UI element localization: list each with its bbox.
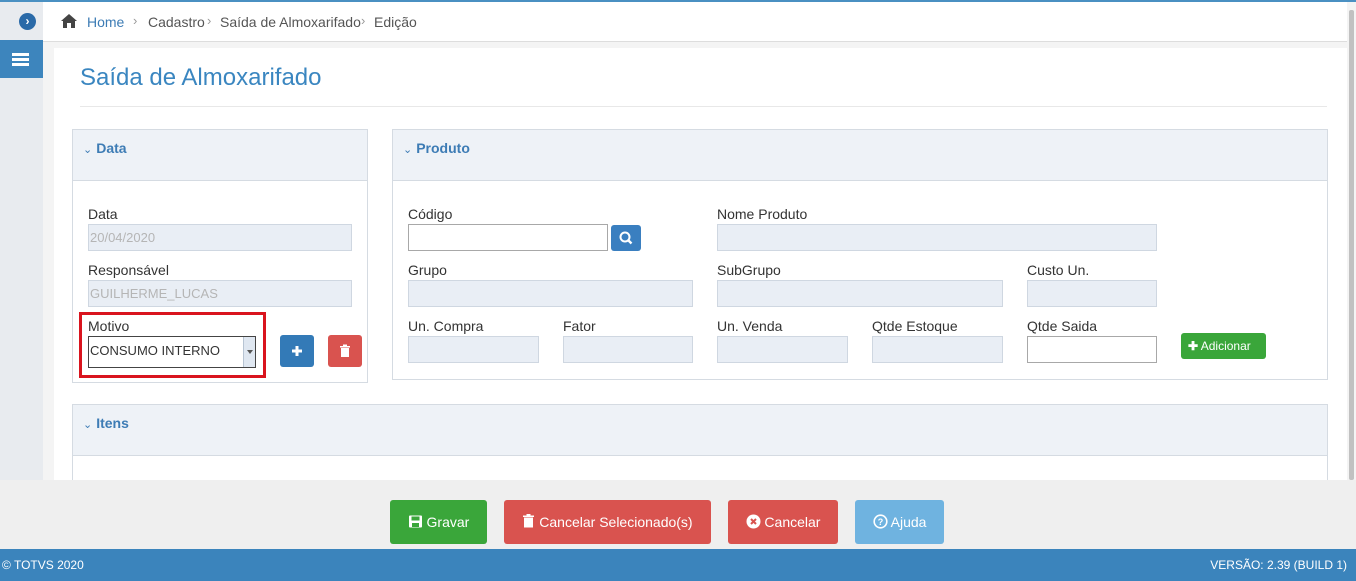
qtde-estoque-label: Qtde Estoque <box>872 318 958 334</box>
un-compra-field <box>408 336 539 363</box>
subgrupo-label: SubGrupo <box>717 262 781 278</box>
breadcrumb: Home › Cadastro › Saída de Almoxarifado … <box>43 2 1347 42</box>
grupo-field <box>408 280 693 307</box>
ajuda-label: Ajuda <box>890 514 927 530</box>
custo-field <box>1027 280 1157 307</box>
gravar-label: Gravar <box>426 514 470 530</box>
itens-panel: ⌄ Itens <box>72 404 1328 484</box>
cancelar-selecionados-button[interactable]: Cancelar Selecionado(s) <box>504 500 711 544</box>
grupo-label: Grupo <box>408 262 447 278</box>
data-label: Data <box>88 206 118 222</box>
ajuda-button[interactable]: ? Ajuda <box>855 500 944 544</box>
chevron-down-icon: ⌄ <box>83 144 93 156</box>
produto-panel-header[interactable]: ⌄ Produto <box>393 130 1327 181</box>
add-motivo-button[interactable] <box>280 335 314 367</box>
close-circle-icon <box>746 514 761 529</box>
sidebar-toggle-chevron-right-icon[interactable]: › <box>19 13 36 30</box>
breadcrumb-separator: › <box>133 13 138 28</box>
hamburger-line <box>12 63 29 66</box>
scrollbar-thumb[interactable] <box>1349 10 1354 480</box>
nome-produto-field <box>717 224 1157 251</box>
itens-panel-header[interactable]: ⌄ Itens <box>73 405 1327 456</box>
un-venda-label: Un. Venda <box>717 318 783 334</box>
codigo-input[interactable] <box>408 224 608 251</box>
delete-motivo-button[interactable] <box>328 335 362 367</box>
data-panel-title-text: Data <box>96 140 127 156</box>
search-codigo-button[interactable] <box>611 225 641 251</box>
data-panel-title: ⌄ Data <box>83 140 127 156</box>
data-panel-header[interactable]: ⌄ Data <box>73 130 367 181</box>
search-icon <box>619 231 633 245</box>
custo-label: Custo Un. <box>1027 262 1090 278</box>
cancelar-selecionados-label: Cancelar Selecionado(s) <box>539 514 693 530</box>
breadcrumb-saida[interactable]: Saída de Almoxarifado <box>220 14 361 30</box>
produto-panel-title-text: Produto <box>416 140 470 156</box>
version-text: VERSÃO: 2.39 (BUILD 1) <box>1210 558 1347 572</box>
hamburger-line <box>12 53 29 56</box>
hamburger-line <box>12 58 29 61</box>
breadcrumb-edicao: Edição <box>374 14 417 30</box>
qtde-saida-label: Qtde Saida <box>1027 318 1098 334</box>
help-circle-icon: ? <box>872 514 888 529</box>
adicionar-button[interactable]: ✚ Adicionar <box>1181 333 1266 359</box>
hamburger-menu-button[interactable] <box>0 40 43 78</box>
chevron-down-icon: ⌄ <box>403 144 413 156</box>
trash-icon <box>523 514 535 528</box>
adicionar-label: Adicionar <box>1200 339 1251 353</box>
fator-field <box>563 336 693 363</box>
save-icon <box>408 515 422 528</box>
plus-icon <box>292 346 302 356</box>
status-bar: © TOTVS 2020 VERSÃO: 2.39 (BUILD 1) <box>0 549 1356 581</box>
gravar-button[interactable]: Gravar <box>390 500 487 544</box>
sidebar: › <box>0 2 43 480</box>
svg-text:?: ? <box>877 517 883 527</box>
copyright-text: © TOTVS 2020 <box>2 558 84 572</box>
breadcrumb-separator: › <box>207 13 212 28</box>
motivo-highlight-box <box>79 312 266 378</box>
responsavel-label: Responsável <box>88 262 169 278</box>
chevron-down-icon: ⌄ <box>83 419 93 431</box>
breadcrumb-home-link[interactable]: Home <box>87 14 124 30</box>
home-icon[interactable] <box>60 13 78 29</box>
data-field: 20/04/2020 <box>88 224 352 251</box>
plus-icon: ✚ <box>1188 339 1199 353</box>
breadcrumb-separator: › <box>361 13 366 28</box>
qtde-estoque-field <box>872 336 1003 363</box>
cancelar-label: Cancelar <box>764 514 821 530</box>
subgrupo-field <box>717 280 1003 307</box>
cancelar-button[interactable]: Cancelar <box>728 500 838 544</box>
title-divider <box>80 106 1327 107</box>
nome-produto-label: Nome Produto <box>717 206 808 222</box>
itens-panel-title: ⌄ Itens <box>83 415 129 431</box>
qtde-saida-input[interactable] <box>1027 336 1157 363</box>
page-title: Saída de Almoxarifado <box>80 64 322 91</box>
un-venda-field <box>717 336 848 363</box>
codigo-label: Código <box>408 206 453 222</box>
itens-panel-title-text: Itens <box>96 415 129 431</box>
breadcrumb-cadastro[interactable]: Cadastro <box>148 14 205 30</box>
responsavel-field: GUILHERME_LUCAS <box>88 280 352 307</box>
trash-icon <box>340 344 350 357</box>
produto-panel-title: ⌄ Produto <box>403 140 470 156</box>
fator-label: Fator <box>563 318 596 334</box>
un-compra-label: Un. Compra <box>408 318 484 334</box>
